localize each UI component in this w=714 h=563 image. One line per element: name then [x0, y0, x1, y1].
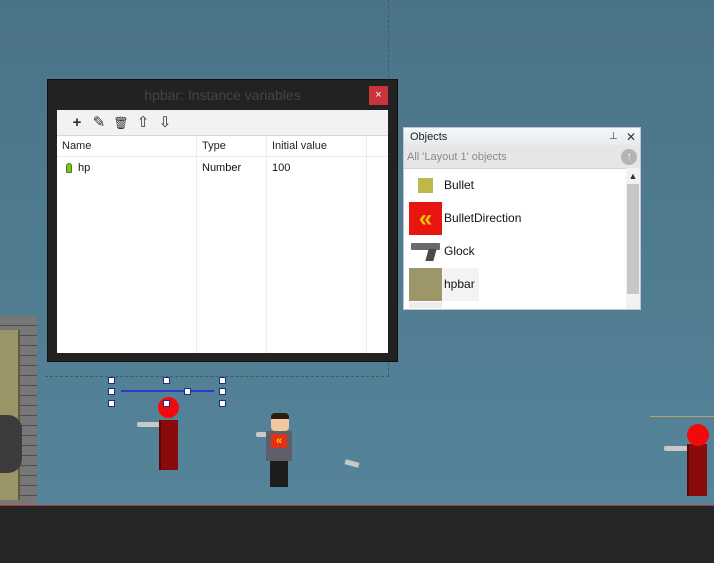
scrollbar-thumb[interactable]	[627, 184, 639, 294]
chevron-left-icon: «	[409, 202, 442, 235]
hpbar-instance[interactable]	[121, 390, 214, 392]
hpbar-icon	[409, 268, 442, 301]
resize-handle[interactable]	[219, 400, 226, 407]
gear-sprite	[0, 415, 22, 473]
resize-handle[interactable]	[184, 388, 191, 395]
object-item-label: BulletDirection	[444, 211, 522, 225]
platform-line	[650, 416, 714, 417]
pistol-icon	[409, 235, 442, 268]
dialog-title: hpbar: Instance variables	[144, 87, 301, 103]
objects-panel: Objects ⊥ ✕ All 'Layout 1' objects ↑ Bul…	[403, 127, 641, 310]
object-item-bullet[interactable]: Bullet	[409, 169, 625, 202]
variable-type[interactable]: Number	[202, 158, 241, 178]
column-header-name[interactable]: Name	[57, 136, 197, 157]
object-item-glock[interactable]: Glock	[409, 235, 625, 268]
resize-handle[interactable]	[108, 400, 115, 407]
resize-handle[interactable]	[163, 377, 170, 384]
instance-variables-dialog: hpbar: Instance variables × + ✎ 🗑 ⇧ ⇩ Na…	[48, 80, 397, 361]
pin-icon[interactable]: ⊥	[609, 128, 618, 146]
move-up-icon[interactable]: ⇧	[133, 113, 153, 133]
objects-panel-title: Objects	[410, 131, 448, 143]
object-item-label: hpbar	[444, 277, 475, 291]
scroll-up-icon[interactable]: ▲	[626, 170, 640, 182]
objects-filter-bar: All 'Layout 1' objects ↑	[404, 146, 640, 169]
resize-handle[interactable]	[108, 377, 115, 384]
variable-initial-value[interactable]: 100	[272, 158, 290, 178]
enemy-body[interactable]	[687, 444, 707, 496]
move-down-icon[interactable]: ⇩	[155, 113, 175, 133]
up-arrow-icon[interactable]: ↑	[621, 149, 637, 165]
column-header-type[interactable]: Type	[197, 136, 267, 157]
object-item-hpbar[interactable]: hpbar	[409, 268, 479, 301]
add-icon[interactable]: +	[67, 113, 87, 133]
column-header-initial-value[interactable]: Initial value	[267, 136, 367, 157]
close-button[interactable]: ×	[369, 86, 388, 105]
close-icon[interactable]: ✕	[626, 128, 636, 146]
column-divider	[196, 136, 197, 353]
object-item-bulletdirection[interactable]: « BulletDirection	[409, 202, 625, 235]
objects-list[interactable]: Bullet « BulletDirection Glock hpbar	[404, 168, 625, 309]
objects-scrollbar[interactable]: ▲	[626, 168, 640, 309]
layout-boundary-horizontal	[45, 376, 389, 377]
object-item-label: Glock	[444, 244, 475, 258]
dialog-toolbar: + ✎ 🗑 ⇧ ⇩	[57, 110, 388, 136]
bullet-icon	[409, 169, 442, 202]
resize-handle[interactable]	[108, 388, 115, 395]
bullet-direction-sprite[interactable]: «	[271, 434, 287, 448]
resize-handle[interactable]	[219, 388, 226, 395]
variable-icon	[66, 163, 72, 173]
enemy-body[interactable]	[159, 420, 178, 470]
player-legs[interactable]	[270, 461, 288, 487]
enemy-gun	[137, 422, 161, 427]
column-header-filler	[367, 136, 388, 157]
objects-filter-label: All 'Layout 1' objects	[407, 151, 507, 163]
variable-name[interactable]: hp	[78, 158, 90, 178]
column-divider	[366, 136, 367, 353]
resize-handle[interactable]	[219, 377, 226, 384]
object-item-label: Bullet	[444, 178, 475, 192]
ground[interactable]	[0, 505, 714, 563]
edit-icon[interactable]: ✎	[89, 113, 109, 133]
variables-table: Name Type Initial value hp Number 100	[57, 136, 388, 353]
objects-panel-header: Objects ⊥ ✕	[404, 128, 640, 146]
enemy-head[interactable]	[687, 424, 709, 446]
object-item-partial	[409, 302, 442, 308]
delete-icon[interactable]: 🗑	[111, 113, 131, 133]
player-head[interactable]	[271, 413, 289, 431]
resize-handle[interactable]	[163, 400, 170, 407]
column-divider	[266, 136, 267, 353]
